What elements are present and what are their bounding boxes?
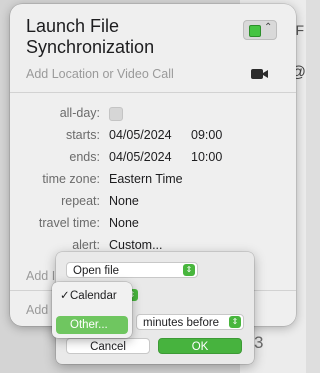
alert-units-value: minutes before [143, 317, 220, 329]
alert-action-select[interactable]: Open file ⇕ [66, 262, 198, 278]
timezone-value[interactable]: Eastern Time [109, 170, 183, 188]
all-day-label: all-day: [59, 106, 100, 120]
all-day-row: all-day: [10, 104, 296, 122]
starts-time[interactable]: 09:00 [191, 126, 222, 144]
chevron-updown-icon: ⌃ [264, 22, 273, 33]
calendar-day-number: 3 [254, 333, 264, 352]
video-camera-icon[interactable] [251, 68, 269, 80]
ok-button[interactable]: OK [158, 338, 242, 354]
menu-item-other[interactable]: Other... [56, 316, 128, 334]
timezone-row: time zone: Eastern Time [10, 170, 296, 188]
alert-action-value: Open file [73, 265, 120, 277]
menu-item-calendar[interactable]: ✓ Calendar [56, 287, 128, 305]
alert-units-select[interactable]: minutes before ⇕ [136, 314, 244, 330]
event-title[interactable]: Launch File Synchronization [26, 16, 226, 58]
ends-time[interactable]: 10:00 [191, 148, 222, 166]
calendar-color-swatch [249, 25, 261, 37]
chevron-updown-icon: ⇕ [229, 316, 241, 328]
chevron-updown-icon: ⇕ [183, 264, 195, 276]
ends-date[interactable]: 04/05/2024 [109, 148, 172, 166]
all-day-checkbox[interactable] [109, 107, 123, 121]
repeat-value[interactable]: None [109, 192, 139, 210]
menu-item-label: Other... [70, 319, 108, 331]
alert-file-menu: ✓ Calendar Other... [52, 282, 132, 338]
repeat-row: repeat: None [10, 192, 296, 210]
add-notes-field[interactable]: Add [26, 303, 48, 317]
add-invitees-field[interactable]: Add I [26, 269, 55, 283]
location-field[interactable]: Add Location or Video Call [26, 67, 174, 81]
repeat-label: repeat: [61, 194, 100, 208]
divider [10, 92, 296, 93]
timezone-label: time zone: [42, 172, 100, 186]
starts-row: starts: 04/05/2024 09:00 [10, 126, 296, 144]
travel-time-row: travel time: None [10, 214, 296, 232]
calendar-color-button[interactable]: ⌃ [243, 20, 277, 40]
starts-date[interactable]: 04/05/2024 [109, 126, 172, 144]
travel-time-label: travel time: [38, 216, 100, 230]
starts-label: starts: [65, 128, 100, 142]
side-panel-text: F [295, 22, 304, 38]
ends-row: ends: 04/05/2024 10:00 [10, 148, 296, 166]
ends-label: ends: [69, 150, 100, 164]
menu-item-label: Calendar [70, 290, 117, 302]
checkmark-icon: ✓ [60, 290, 70, 302]
travel-time-value[interactable]: None [109, 214, 139, 232]
cancel-button[interactable]: Cancel [66, 338, 150, 354]
